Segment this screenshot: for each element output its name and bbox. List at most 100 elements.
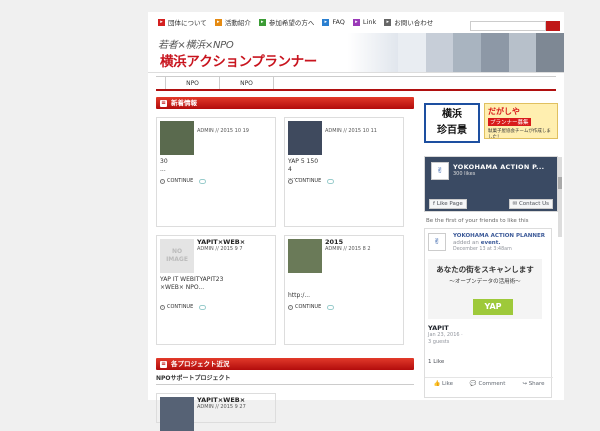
site-banner[interactable]: 若者×横浜×NPO 横浜アクションプランナー xyxy=(148,33,564,73)
fb-event-title[interactable]: YAPIT xyxy=(428,324,449,332)
comment-bubble-icon[interactable] xyxy=(199,304,207,310)
facebook-icon: f xyxy=(433,201,435,207)
subnav-item-npo-2[interactable]: NPO xyxy=(220,77,274,89)
no-image-placeholder[interactable]: NO IMAGE xyxy=(160,239,194,273)
list-icon: ≡ xyxy=(160,99,167,107)
continue-link[interactable]: › CONTINUE xyxy=(288,178,335,184)
fb-post: ✌ YOKOHAMA ACTION PLANNER added an event… xyxy=(424,228,553,398)
fb-like-page-label: Like Page xyxy=(436,201,463,207)
continue-link[interactable]: › CONTINUE xyxy=(288,304,335,310)
dagashiya-subtitle: プランナー募集 xyxy=(488,118,531,126)
projects-section: ≡ 各プロジェクト近況 NPOサポートプロジェクト YAPIT×WEB× ADM… xyxy=(156,358,414,431)
nav-item-4[interactable]: ▸ Link xyxy=(352,18,376,26)
news-meta: ADMIN // 2015 9 7 xyxy=(197,246,243,252)
continue-link[interactable]: › CONTINUE xyxy=(160,304,207,310)
main-content: ≡ 新着情報 ADMIN // 2015 10 19 30 ... › CONTINU… xyxy=(156,97,414,431)
nav-bullet-icon: ▸ xyxy=(258,18,266,26)
fb-share-button[interactable]: ↪ Share xyxy=(522,381,544,387)
fb-post-like-count[interactable]: 1 Like xyxy=(428,359,444,365)
nav-item-5[interactable]: ▸ お問い合わせ xyxy=(384,17,433,27)
news-title[interactable]: 2015 xyxy=(325,238,343,246)
sub-navigation: NPO NPO xyxy=(156,76,556,91)
news-card[interactable]: ADMIN // 2015 10 19 30 ... › CONTINUE xyxy=(156,117,276,227)
nav-bullet-icon: ▸ xyxy=(322,18,330,26)
arrow-right-icon: › xyxy=(288,304,293,310)
yap-logo-icon[interactable]: ✌ xyxy=(431,162,449,180)
fb-share-label: Share xyxy=(528,380,545,387)
news-title[interactable]: YAPIT×WEB× xyxy=(197,238,245,246)
nav-bullet-icon: ▸ xyxy=(352,18,360,26)
post-image-subline: ～オープンデータの活用術～ xyxy=(449,279,521,285)
news-excerpt: 30 ... xyxy=(160,158,168,173)
yap-logo-icon[interactable]: ✌ xyxy=(428,233,446,251)
news-excerpt: http:/... xyxy=(288,292,311,299)
nav-item-0[interactable]: ▸ 団体について xyxy=(158,17,207,27)
news-meta: ADMIN // 2015 10 19 xyxy=(197,128,249,134)
nav-item-1[interactable]: ▸ 活動紹介 xyxy=(214,17,251,27)
subnav-spacer xyxy=(156,77,166,89)
news-heading-label: 新着情報 xyxy=(171,99,197,107)
fb-scrollbar-thumb[interactable] xyxy=(558,177,562,189)
post-image-headline: あなたの街をスキャンします xyxy=(436,265,534,274)
chinhyakkei-banner[interactable]: 横浜 珍百景 xyxy=(424,103,480,143)
nav-item-2[interactable]: ▸ 参加希望の方へ xyxy=(258,17,315,27)
nav-item-3[interactable]: ▸ FAQ xyxy=(322,18,345,26)
page: ▸ 団体について ▸ 活動紹介 ▸ 参加希望の方へ ▸ FAQ ▸ Link ▸ お問い合わせ 若者×… xyxy=(148,12,564,431)
fb-like-button[interactable]: 👍 Like xyxy=(433,381,453,387)
search-input[interactable] xyxy=(470,21,546,31)
projects-heading-label: 各プロジェクト近況 xyxy=(171,360,230,368)
fb-event-guests: 3 guests xyxy=(428,339,450,345)
comment-bubble-icon[interactable] xyxy=(327,178,335,184)
sidebar: 横浜 珍百景 だがしや プランナー募集 駄菓子屋協会チームが作成しました！ ✌ … xyxy=(424,103,562,398)
news-card[interactable]: ADMIN // 2015 10 11 YAP 5 150 4 ...... › CO… xyxy=(284,117,404,227)
nav-item-label: 団体について xyxy=(168,19,207,27)
subnav-item-npo-1[interactable]: NPO xyxy=(166,77,220,89)
arrow-right-icon: › xyxy=(288,178,293,184)
fb-page-name[interactable]: YOKOHAMA ACTION P... xyxy=(453,163,544,171)
news-card[interactable]: 2015 ADMIN // 2015 8 2 http:/... › CONTINUE xyxy=(284,235,404,345)
fb-post-date[interactable]: December 13 at 3:48am xyxy=(453,247,512,252)
thumbs-up-icon: 👍 xyxy=(433,380,441,387)
nav-bullet-icon: ▸ xyxy=(158,18,165,26)
fb-comment-button[interactable]: 💬 Comment xyxy=(470,381,506,387)
arrow-right-icon: › xyxy=(160,304,165,310)
comment-bubble-icon[interactable] xyxy=(327,304,335,310)
dagashiya-title: だがしや xyxy=(488,107,520,116)
list-icon: ≡ xyxy=(160,360,167,368)
project-card[interactable]: YAPIT×WEB× ADMIN // 2015 9 27 xyxy=(156,393,276,431)
fb-contact-label: Contact Us xyxy=(518,201,549,207)
continue-link[interactable]: › CONTINUE xyxy=(160,178,207,184)
search-button[interactable] xyxy=(546,21,560,31)
fb-contact-button[interactable]: ✉ Contact Us xyxy=(508,199,553,209)
nav-item-label: 参加希望の方へ xyxy=(268,19,315,27)
fb-post-image[interactable]: あなたの街をスキャンします ～オープンデータの活用術～ YAP xyxy=(428,259,542,319)
news-card[interactable]: NO IMAGE YAPIT×WEB× ADMIN // 2015 9 7 YAP I… xyxy=(156,235,276,345)
news-thumbnail[interactable] xyxy=(288,121,322,155)
projects-subheading: NPOサポートプロジェクト xyxy=(156,373,414,385)
fb-like-page-button[interactable]: f Like Page xyxy=(429,199,467,209)
news-meta: ADMIN // 2015 8 2 xyxy=(325,246,371,252)
news-thumbnail[interactable] xyxy=(160,121,194,155)
news-meta: ADMIN // 2015 10 11 xyxy=(325,128,377,134)
fb-post-author[interactable]: YOKOHAMA ACTION PLANNER added an event. xyxy=(453,233,551,247)
comment-icon: 💬 xyxy=(469,380,477,387)
site-title[interactable]: 横浜アクションプランナー xyxy=(160,50,317,70)
fb-post-author-name: YOKOHAMA ACTION PLANNER xyxy=(453,233,545,239)
project-thumbnail[interactable] xyxy=(160,397,194,431)
fb-event-date: Jan 23, 2016 · xyxy=(428,332,463,338)
comment-bubble-icon[interactable] xyxy=(199,178,207,184)
dagashiya-banner[interactable]: だがしや プランナー募集 駄菓子屋協会チームが作成しました！ xyxy=(484,103,558,139)
nav-item-label: 活動紹介 xyxy=(224,19,251,27)
continue-label: CONTINUE xyxy=(295,178,322,184)
site-tagline: 若者×横浜×NPO xyxy=(158,40,234,51)
fb-like-count: 300 likes xyxy=(453,171,476,177)
fb-scrollbar[interactable] xyxy=(558,157,562,237)
continue-label: CONTINUE xyxy=(167,304,194,310)
news-cards: ADMIN // 2015 10 19 30 ... › CONTINUE ADMIN … xyxy=(156,117,414,345)
fb-post-added: added an xyxy=(453,240,479,246)
news-thumbnail[interactable] xyxy=(288,239,322,273)
project-title[interactable]: YAPIT×WEB× xyxy=(197,396,245,404)
facebook-page-widget[interactable]: ✌ YOKOHAMA ACTION P... 300 likes f Like … xyxy=(424,156,558,212)
fb-comment-label: Comment xyxy=(478,380,506,387)
fb-like-label: Like xyxy=(442,380,454,387)
